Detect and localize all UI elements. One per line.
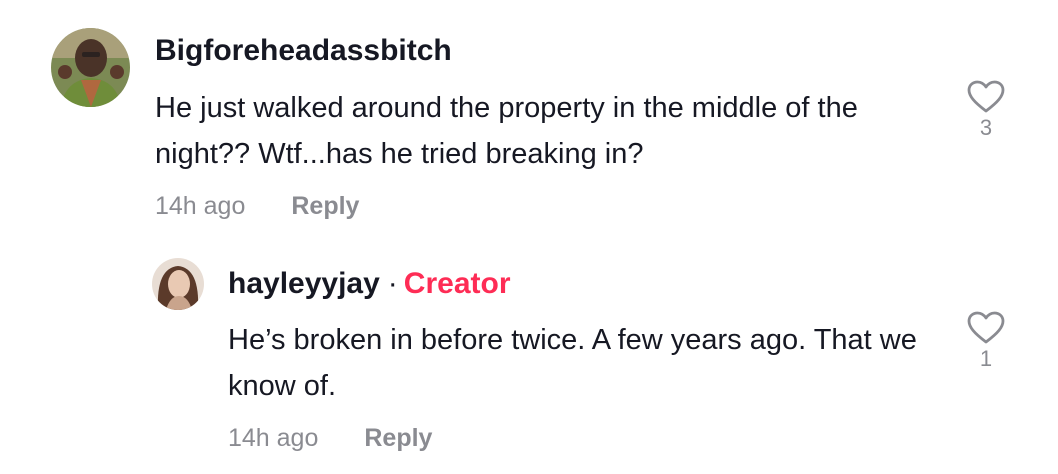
timestamp: 14h ago [228,424,319,452]
comment-body: He’s broken in before twice. A few years… [228,324,917,402]
comment-text: He just walked around the property in th… [155,85,955,177]
comment-body: He just walked around the property in th… [155,92,858,170]
separator-dot: · [387,267,398,300]
heart-outline-icon [967,311,1005,344]
comment-text: He’s broken in before twice. A few years… [228,317,948,409]
like-count: 1 [979,346,993,371]
username-text[interactable]: hayleyyjay [228,267,380,300]
comment-meta: 14h ago Reply [155,191,359,221]
username-text[interactable]: Bigforeheadassbitch [155,34,452,67]
avatar[interactable] [51,28,130,107]
like-count: 3 [979,115,993,140]
comment-username[interactable]: Bigforeheadassbitch [155,33,452,69]
creator-badge: Creator [403,267,511,300]
reply-button[interactable]: Reply [291,192,359,220]
like-button[interactable]: 1 [964,311,1008,371]
avatar[interactable] [152,258,204,310]
timestamp: 14h ago [155,192,246,220]
comment-meta: 14h ago Reply [228,423,432,453]
heart-outline-icon [967,80,1005,113]
reply-username: hayleyyjay · Creator [228,266,511,302]
like-button[interactable]: 3 [964,80,1008,140]
reply-button[interactable]: Reply [364,424,432,452]
